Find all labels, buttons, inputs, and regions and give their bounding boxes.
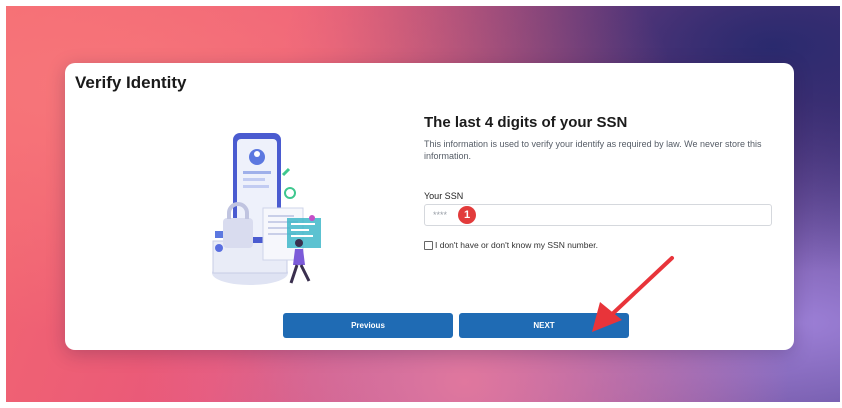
- previous-button[interactable]: Previous: [283, 313, 453, 338]
- annotation-arrow-icon: [592, 256, 674, 332]
- form-heading: The last 4 digits of your SSN: [424, 114, 628, 131]
- ssn-form: The last 4 digits of your SSN This infor…: [424, 114, 774, 250]
- no-ssn-checkbox-row[interactable]: I don't have or don't know my SSN number…: [424, 240, 598, 250]
- no-ssn-checkbox[interactable]: [424, 240, 433, 250]
- card-title: Verify Identity: [75, 73, 187, 92]
- no-ssn-checkbox-label: I don't have or don't know my SSN number…: [435, 240, 598, 250]
- form-description: This information is used to verify your …: [424, 139, 762, 161]
- ssn-input[interactable]: [424, 204, 772, 226]
- identity-verification-illustration: [212, 133, 321, 285]
- step-number-badge: 1: [458, 206, 476, 224]
- ssn-label: Your SSN: [424, 191, 464, 201]
